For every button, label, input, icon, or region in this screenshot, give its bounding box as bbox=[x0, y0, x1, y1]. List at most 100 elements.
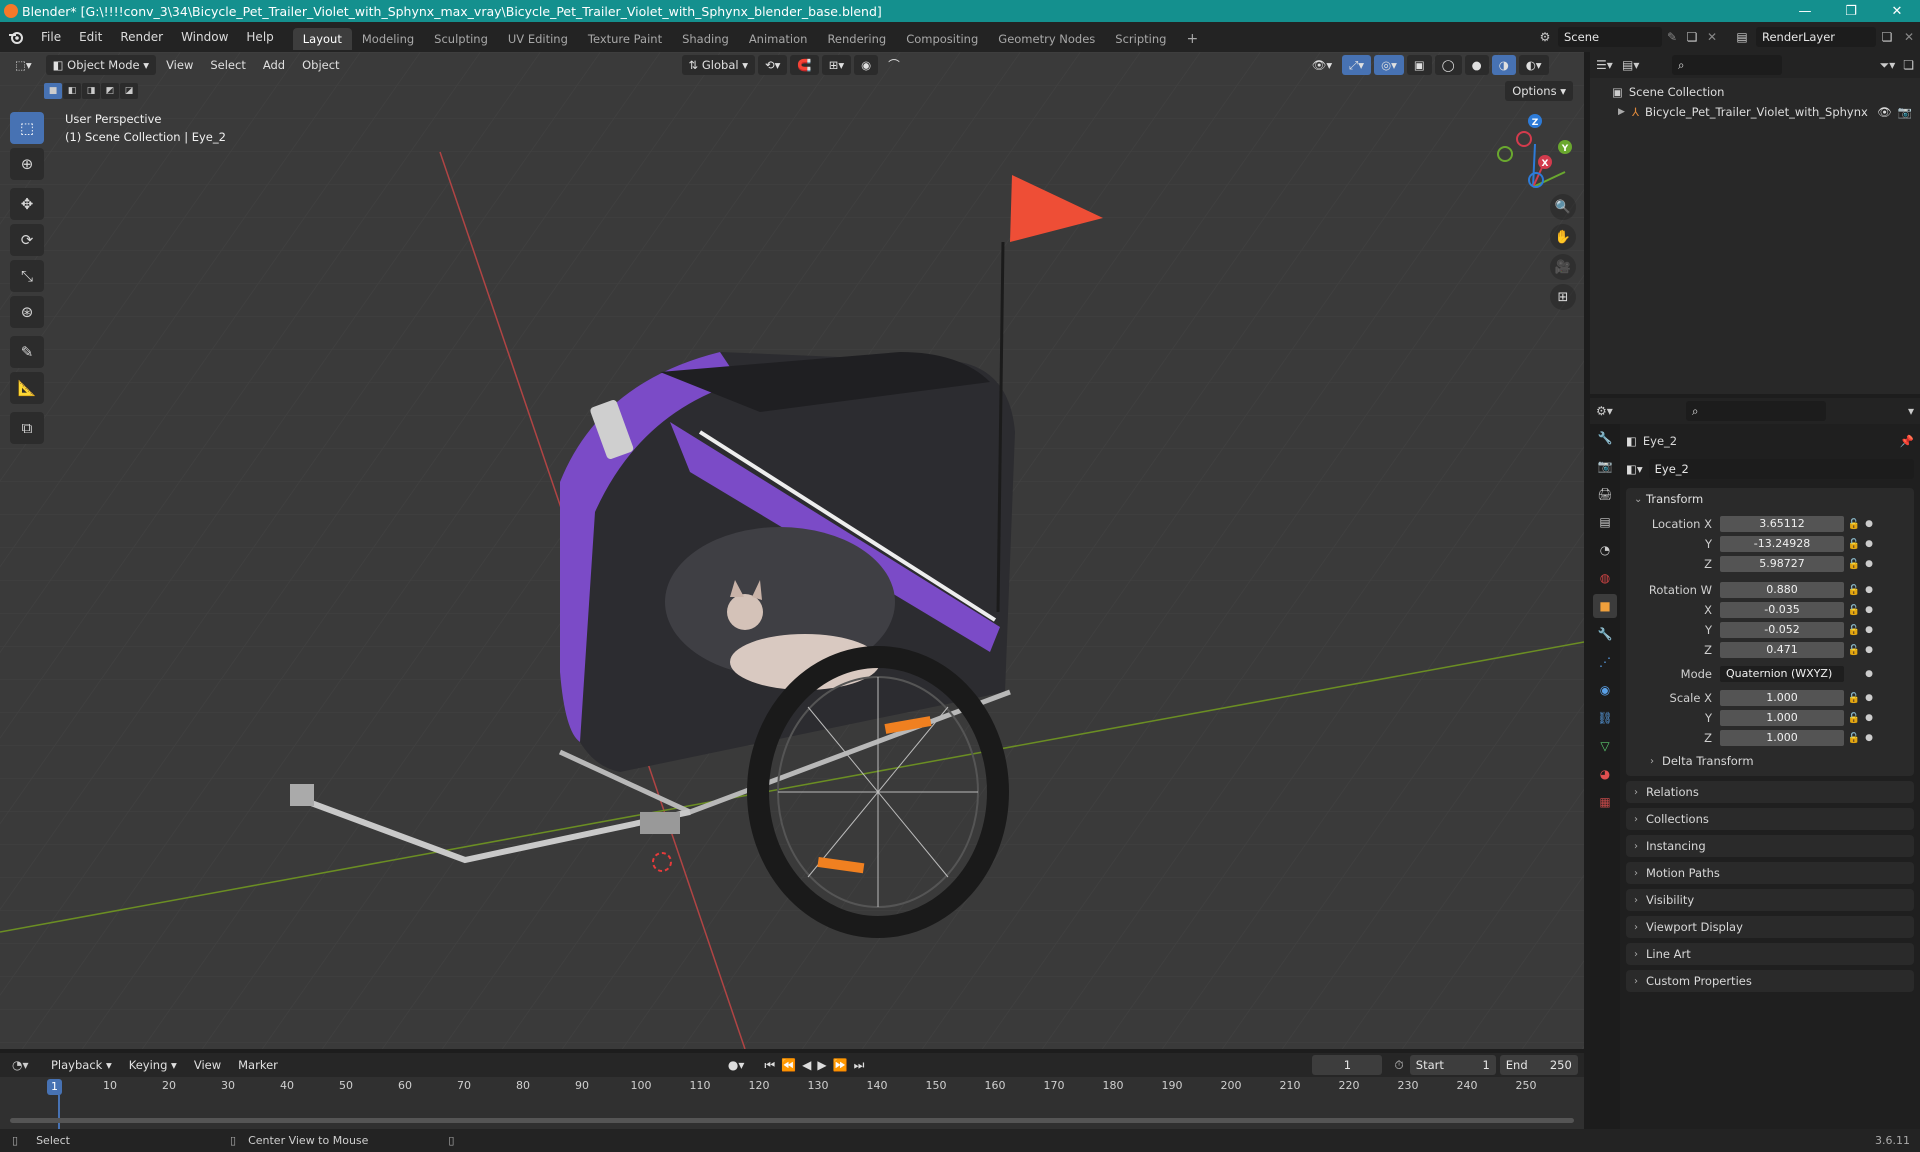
pan-hand-icon[interactable]: ✋ bbox=[1550, 224, 1576, 250]
tool-tab-icon[interactable]: 🔧 bbox=[1593, 426, 1617, 450]
lock-icon[interactable]: 🔓 bbox=[1844, 693, 1864, 704]
outliner-display-mode-icon[interactable]: ▤▾ bbox=[1622, 58, 1662, 72]
keyframe-dot-icon[interactable]: ● bbox=[1864, 559, 1874, 569]
lock-icon[interactable]: 🔓 bbox=[1844, 713, 1864, 724]
properties-editor-icon[interactable]: ⚙▾ bbox=[1596, 404, 1636, 418]
constraints-tab-icon[interactable]: ⛓ bbox=[1593, 706, 1617, 730]
data-tab-icon[interactable]: ▽ bbox=[1593, 734, 1617, 758]
ortho-toggle-icon[interactable]: ⊞ bbox=[1550, 284, 1576, 310]
rotation-y-field[interactable]: -0.052 bbox=[1720, 622, 1844, 638]
select-box-tool-icon[interactable]: ⬚ bbox=[10, 112, 44, 144]
particles-tab-icon[interactable]: ⋰ bbox=[1593, 650, 1617, 674]
keyframe-dot-icon[interactable]: ● bbox=[1864, 605, 1874, 615]
visibility-panel[interactable]: › Visibility bbox=[1626, 889, 1914, 911]
rendered-shading-icon[interactable]: ◐▾ bbox=[1518, 55, 1549, 75]
rotate-tool-icon[interactable]: ⟳ bbox=[10, 224, 44, 256]
record-icon[interactable]: ●▾ bbox=[728, 1058, 745, 1072]
outliner-editor-icon[interactable]: ☰▾ bbox=[1596, 58, 1622, 72]
xray-toggle-icon[interactable]: ▣ bbox=[1406, 55, 1432, 75]
visibility-icon[interactable]: 👁▾ bbox=[1305, 55, 1339, 75]
gizmo-toggle-icon[interactable]: ⤢▾ bbox=[1342, 55, 1372, 75]
properties-options-icon[interactable]: ▾ bbox=[1908, 404, 1914, 418]
keyframe-dot-icon[interactable]: ● bbox=[1864, 539, 1874, 549]
physics-tab-icon[interactable]: ◉ bbox=[1593, 678, 1617, 702]
new-collection-icon[interactable]: ❏ bbox=[1903, 58, 1914, 72]
jump-keyframe-back-icon[interactable]: ⏪ bbox=[781, 1058, 796, 1072]
relations-panel[interactable]: › Relations bbox=[1626, 781, 1914, 803]
falloff-icon[interactable]: ⌒ bbox=[881, 55, 907, 75]
render-layer-field[interactable]: RenderLayer bbox=[1756, 27, 1876, 47]
maximize-button[interactable]: ❐ bbox=[1828, 0, 1874, 22]
move-tool-icon[interactable]: ✥ bbox=[10, 188, 44, 220]
menu-help[interactable]: Help bbox=[237, 22, 282, 52]
cursor-tool-icon[interactable]: ⊕ bbox=[10, 148, 44, 180]
menu-render[interactable]: Render bbox=[111, 22, 172, 52]
material-tab-icon[interactable]: ◕ bbox=[1593, 762, 1617, 786]
3d-viewport[interactable]: Z Y X ⬚▾ ◧ Object Mode ▾ View Select Add… bbox=[0, 52, 1584, 1049]
tab-sculpting[interactable]: Sculpting bbox=[424, 28, 498, 50]
scale-z-field[interactable]: 1.000 bbox=[1720, 730, 1844, 746]
outliner-search-input[interactable]: ⌕ bbox=[1672, 55, 1782, 75]
snap-icon[interactable]: 🧲 bbox=[790, 55, 819, 75]
snap-target-icon[interactable]: ⊞▾ bbox=[821, 55, 852, 75]
tab-compositing[interactable]: Compositing bbox=[896, 28, 988, 50]
annotate-tool-icon[interactable]: ✎ bbox=[10, 336, 44, 368]
transform-tool-icon[interactable]: ⊛ bbox=[10, 296, 44, 328]
object-tab-icon[interactable]: ■ bbox=[1593, 594, 1617, 618]
play-icon[interactable]: ▶ bbox=[817, 1058, 826, 1072]
scene-name-field[interactable]: Scene bbox=[1558, 27, 1662, 47]
menu-object[interactable]: Object bbox=[295, 55, 346, 75]
keyframe-dot-icon[interactable]: ● bbox=[1864, 693, 1874, 703]
measure-tool-icon[interactable]: 📐 bbox=[10, 372, 44, 404]
jump-keyframe-forward-icon[interactable]: ⏩ bbox=[833, 1058, 848, 1072]
rotation-w-field[interactable]: 0.880 bbox=[1720, 582, 1844, 598]
material-shading-icon[interactable]: ◑ bbox=[1491, 55, 1516, 75]
options-dropdown[interactable]: Options ▾ bbox=[1505, 81, 1573, 101]
end-frame-field[interactable]: End 250 bbox=[1499, 1055, 1578, 1075]
add-cube-tool-icon[interactable]: ⧉ bbox=[10, 412, 44, 444]
outliner-filter-icon[interactable]: ⏷▾ bbox=[1880, 58, 1896, 73]
lock-icon[interactable]: 🔓 bbox=[1844, 519, 1864, 530]
jump-start-icon[interactable]: ⏮ bbox=[764, 1058, 775, 1073]
timeline-scrollbar[interactable] bbox=[10, 1118, 1574, 1123]
tab-geometry-nodes[interactable]: Geometry Nodes bbox=[988, 28, 1105, 50]
tab-rendering[interactable]: Rendering bbox=[817, 28, 896, 50]
scale-y-field[interactable]: 1.000 bbox=[1720, 710, 1844, 726]
line-art-panel[interactable]: › Line Art bbox=[1626, 943, 1914, 965]
output-tab-icon[interactable]: 🖨 bbox=[1593, 482, 1617, 506]
render-camera-icon[interactable]: 📷 bbox=[1898, 105, 1912, 119]
editor-type-icon[interactable]: ⬚▾ bbox=[8, 55, 39, 75]
current-frame-field[interactable]: 1 bbox=[1312, 1055, 1383, 1075]
overlay-toggle-icon[interactable]: ◎▾ bbox=[1374, 55, 1404, 75]
delta-transform-subpanel[interactable]: › Delta Transform bbox=[1626, 750, 1914, 772]
tab-texture-paint[interactable]: Texture Paint bbox=[578, 28, 672, 50]
zoom-icon[interactable]: 🔍 bbox=[1550, 194, 1576, 220]
new-view-layer-icon[interactable]: ❏ bbox=[1876, 30, 1898, 44]
lock-icon[interactable]: 🔓 bbox=[1844, 605, 1864, 616]
lock-icon[interactable]: 🔓 bbox=[1844, 733, 1864, 744]
timeline-editor-icon[interactable]: ◔▾ bbox=[0, 1058, 44, 1072]
wireframe-shading-icon[interactable]: ◯ bbox=[1434, 55, 1462, 75]
tab-shading[interactable]: Shading bbox=[672, 28, 739, 50]
rotation-z-field[interactable]: 0.471 bbox=[1720, 642, 1844, 658]
instancing-panel[interactable]: › Instancing bbox=[1626, 835, 1914, 857]
solid-shading-icon[interactable]: ● bbox=[1464, 55, 1489, 75]
stopwatch-icon[interactable]: ⏱ bbox=[1394, 1058, 1403, 1073]
playhead-frame[interactable]: 1 bbox=[47, 1079, 62, 1095]
world-tab-icon[interactable]: ◍ bbox=[1593, 566, 1617, 590]
keyframe-dot-icon[interactable]: ● bbox=[1864, 585, 1874, 595]
menu-window[interactable]: Window bbox=[172, 22, 237, 52]
start-frame-field[interactable]: Start 1 bbox=[1409, 1055, 1496, 1075]
tab-uv-editing[interactable]: UV Editing bbox=[498, 28, 578, 50]
properties-search-input[interactable]: ⌕ bbox=[1686, 401, 1826, 421]
add-workspace-button[interactable]: + bbox=[1176, 28, 1208, 50]
location-z-field[interactable]: 5.98727 bbox=[1720, 556, 1844, 572]
expand-arrow-icon[interactable]: ▶ bbox=[1618, 107, 1632, 117]
scale-tool-icon[interactable]: ⤡ bbox=[10, 260, 44, 292]
play-reverse-icon[interactable]: ◀ bbox=[802, 1058, 811, 1072]
proportional-edit-icon[interactable]: ◉ bbox=[854, 55, 879, 75]
menu-keying[interactable]: Keying ▾ bbox=[122, 1055, 184, 1075]
keyframe-dot-icon[interactable]: ● bbox=[1864, 669, 1874, 679]
select-subtract-icon[interactable]: ◨ bbox=[82, 83, 100, 99]
viewport-display-panel[interactable]: › Viewport Display bbox=[1626, 916, 1914, 938]
